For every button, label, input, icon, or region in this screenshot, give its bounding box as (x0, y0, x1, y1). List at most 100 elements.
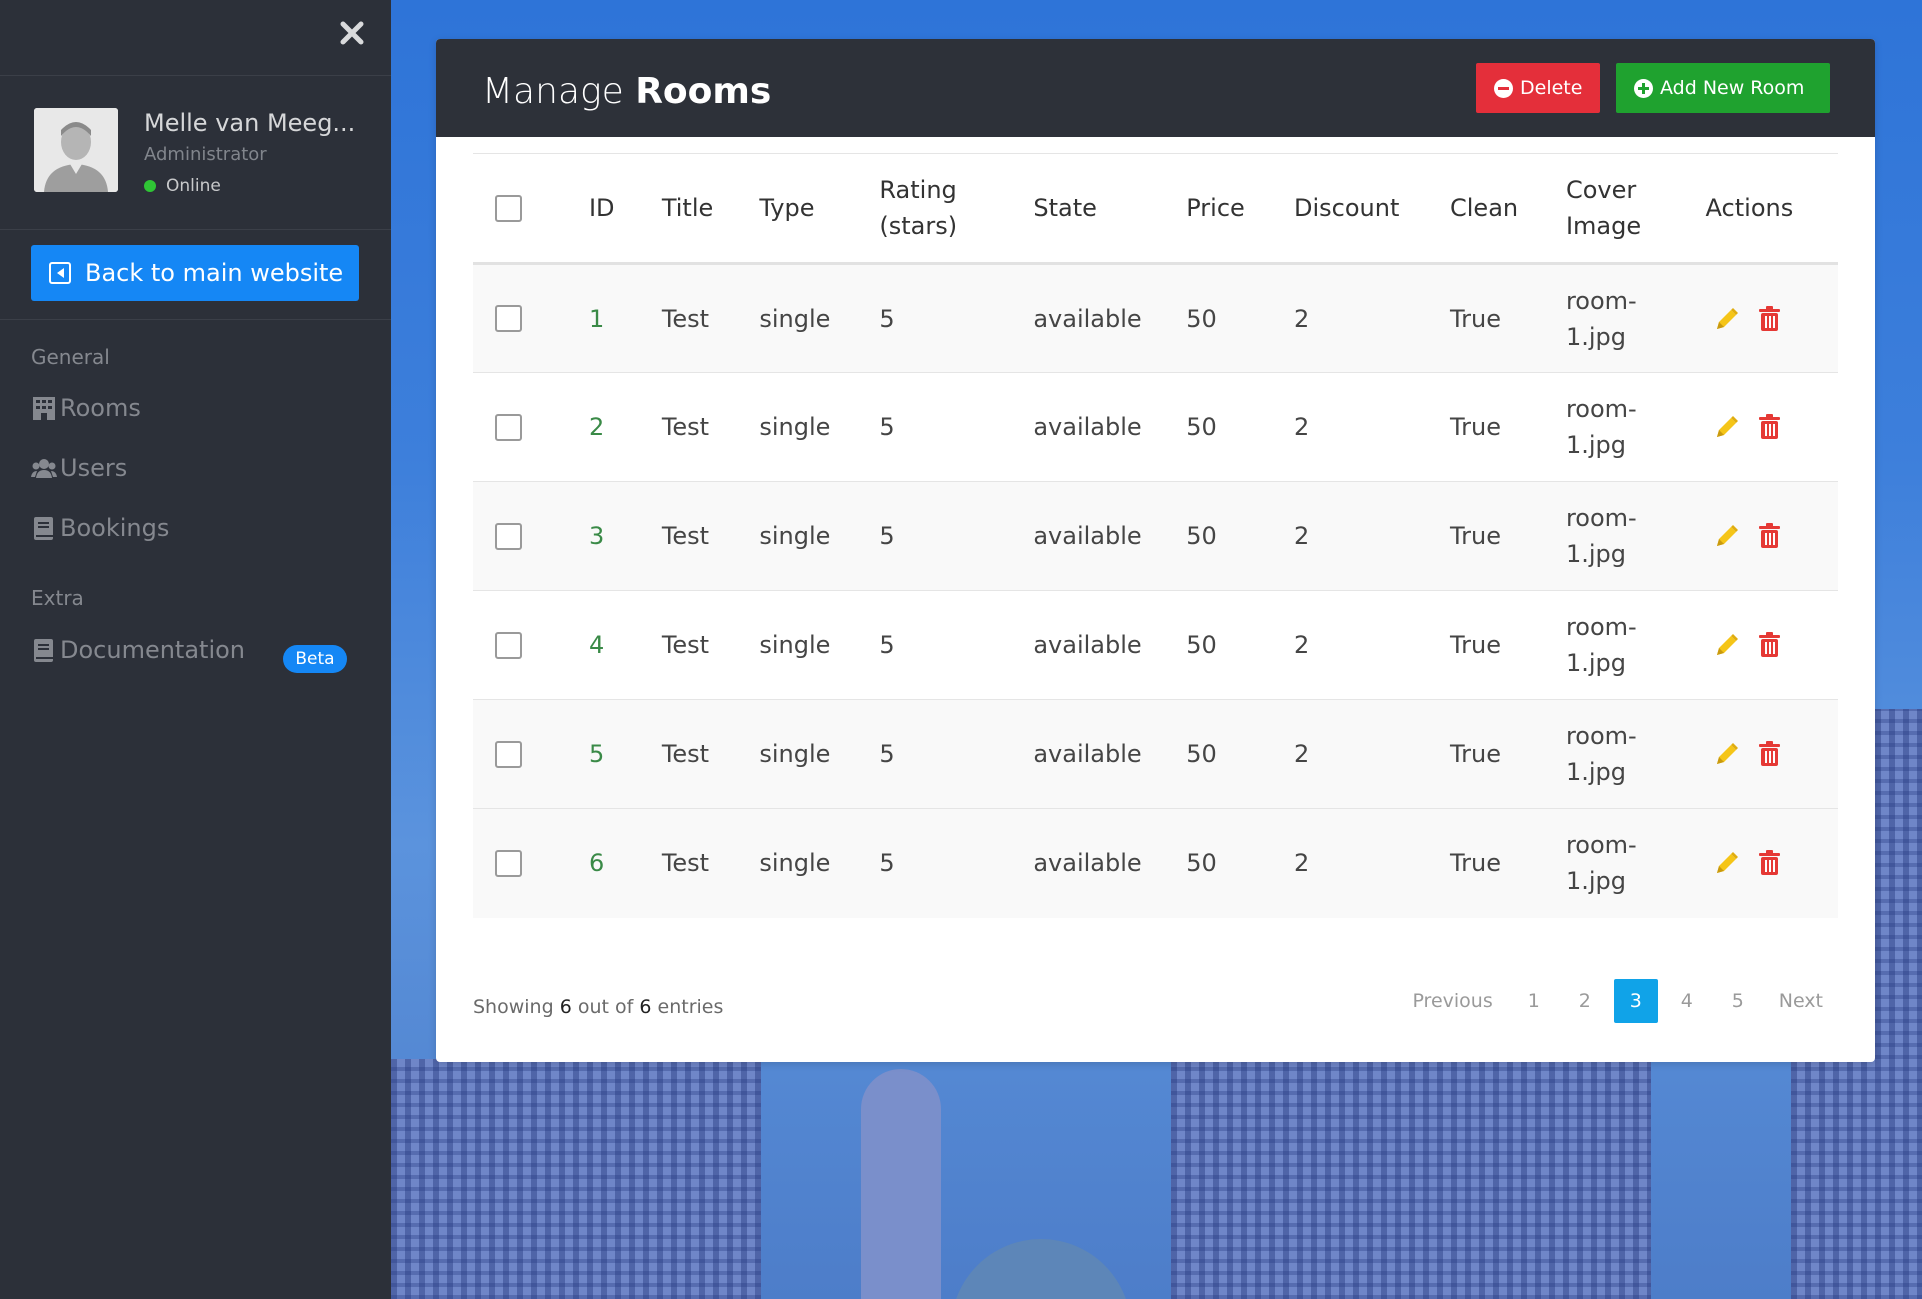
building-icon (31, 396, 57, 420)
column-header-cover-image[interactable]: Cover Image (1566, 154, 1706, 264)
entries-summary: Showing 6 out of 6 entries (473, 996, 723, 1018)
cover-image-filename: room-1.jpg (1565, 504, 1637, 568)
cell-type: single (759, 740, 831, 768)
sidebar-item-documentation[interactable]: Documentation (31, 636, 245, 664)
pagination-previous[interactable]: Previous (1400, 979, 1504, 1023)
pencil-icon[interactable] (1714, 523, 1739, 549)
column-header-clean[interactable]: Clean (1450, 154, 1566, 264)
column-header-rating[interactable]: Rating (stars) (879, 154, 1033, 264)
cell-title: Test (661, 631, 710, 659)
sidebar-item-label: Bookings (60, 514, 170, 542)
cell-title: Test (661, 522, 710, 550)
showing-total: 6 (639, 996, 652, 1018)
sidebar-item-rooms[interactable]: Rooms (31, 394, 141, 422)
online-status-dot (144, 180, 156, 192)
sidebar-item-users[interactable]: Users (31, 454, 127, 482)
users-icon (31, 456, 57, 480)
cover-image-filename: room-1.jpg (1565, 395, 1637, 459)
row-checkbox[interactable] (495, 522, 522, 550)
minus-circle-icon (1494, 78, 1513, 98)
trash-icon[interactable] (1757, 741, 1782, 767)
page-title: Manage Rooms (482, 71, 771, 112)
back-to-main-website-button[interactable]: Back to main website (31, 245, 359, 301)
column-header-type[interactable]: Type (759, 154, 879, 264)
cell-price: 50 (1186, 522, 1217, 550)
cell-rating: 5 (879, 304, 895, 333)
column-header-discount[interactable]: Discount (1294, 154, 1450, 264)
cell-id: 5 (588, 740, 605, 768)
trash-icon[interactable] (1757, 632, 1782, 658)
column-header-id[interactable]: ID (589, 154, 662, 264)
trash-icon[interactable] (1757, 414, 1782, 440)
cover-image-filename: room-1.jpg (1565, 831, 1637, 896)
pencil-icon[interactable] (1714, 741, 1739, 767)
user-status-label: Online (166, 176, 221, 196)
cell-title: Test (661, 413, 710, 441)
cell-cover-image: room-1.jpg (1566, 482, 1706, 591)
table-row: 4 Test single 5 available 50 2 True room-1.jpg (473, 591, 1838, 700)
pencil-icon[interactable] (1714, 306, 1739, 332)
cell-cover-image: room-1.jpg (1566, 373, 1706, 482)
pagination-page[interactable]: 4 (1665, 979, 1709, 1023)
close-icon[interactable] (337, 18, 367, 48)
row-actions (1706, 523, 1838, 549)
plus-circle-icon (1634, 78, 1653, 98)
add-button-label: Add New Room (1660, 77, 1805, 99)
pagination-next[interactable]: Next (1767, 979, 1835, 1023)
pagination-page-active[interactable]: 3 (1613, 979, 1658, 1023)
cell-discount: 2 (1294, 522, 1310, 550)
pencil-icon[interactable] (1714, 850, 1739, 876)
cell-cover-image: room-1.jpg (1566, 591, 1706, 700)
row-checkbox[interactable] (495, 305, 522, 332)
user-profile: Melle van Meeg... Administrator Online (0, 76, 391, 230)
page-title-bold: Rooms (635, 71, 772, 112)
cell-state: available (1033, 631, 1142, 659)
pagination-page[interactable]: 1 (1512, 979, 1556, 1023)
background-building (391, 1059, 761, 1299)
table-row: 6 Test single 5 available 50 2 True room-1.jpg (473, 808, 1838, 918)
cell-type: single (759, 304, 831, 333)
user-role: Administrator (144, 144, 267, 165)
cover-image-filename: room-1.jpg (1565, 722, 1637, 786)
row-actions (1706, 632, 1838, 658)
pagination-page[interactable]: 2 (1563, 979, 1607, 1023)
sidebar-top (0, 0, 391, 76)
row-actions (1706, 850, 1838, 876)
cell-rating: 5 (879, 849, 895, 878)
row-checkbox[interactable] (495, 413, 522, 441)
column-header-price[interactable]: Price (1186, 154, 1294, 264)
row-checkbox[interactable] (495, 849, 522, 877)
manage-rooms-card: Manage Rooms Delete Add New Room ID Titl… (436, 39, 1875, 1062)
add-new-room-button[interactable]: Add New Room (1616, 63, 1830, 113)
trash-icon[interactable] (1757, 850, 1782, 876)
rooms-table: ID Title Type Rating (stars) State Price… (473, 153, 1838, 918)
beta-badge: Beta (283, 645, 347, 673)
trash-icon[interactable] (1757, 523, 1782, 549)
cell-state: available (1033, 522, 1142, 550)
cell-id: 1 (588, 304, 605, 333)
cell-clean: True (1450, 631, 1501, 659)
row-checkbox[interactable] (495, 631, 522, 659)
sidebar-item-bookings[interactable]: Bookings (31, 514, 169, 542)
cell-cover-image: room-1.jpg (1566, 700, 1706, 809)
pencil-icon[interactable] (1714, 632, 1739, 658)
column-header-state[interactable]: State (1033, 154, 1186, 264)
background-dome (951, 1239, 1131, 1299)
select-all-checkbox[interactable] (495, 194, 522, 222)
user-status: Online (144, 176, 221, 196)
cell-discount: 2 (1294, 740, 1310, 768)
row-checkbox[interactable] (495, 740, 522, 768)
cell-price: 50 (1186, 413, 1217, 441)
row-actions (1706, 741, 1838, 767)
pencil-icon[interactable] (1714, 414, 1739, 440)
column-header-title[interactable]: Title (662, 154, 760, 264)
showing-mid: out of (577, 996, 634, 1018)
cell-rating: 5 (879, 740, 895, 768)
sidebar-item-label: Users (60, 454, 128, 482)
delete-button[interactable]: Delete (1476, 63, 1600, 113)
card-header: Manage Rooms Delete Add New Room (436, 39, 1875, 137)
pagination-page[interactable]: 5 (1716, 979, 1760, 1023)
trash-icon[interactable] (1757, 305, 1782, 332)
back-section: Back to main website (0, 230, 391, 320)
cell-rating: 5 (879, 631, 895, 659)
